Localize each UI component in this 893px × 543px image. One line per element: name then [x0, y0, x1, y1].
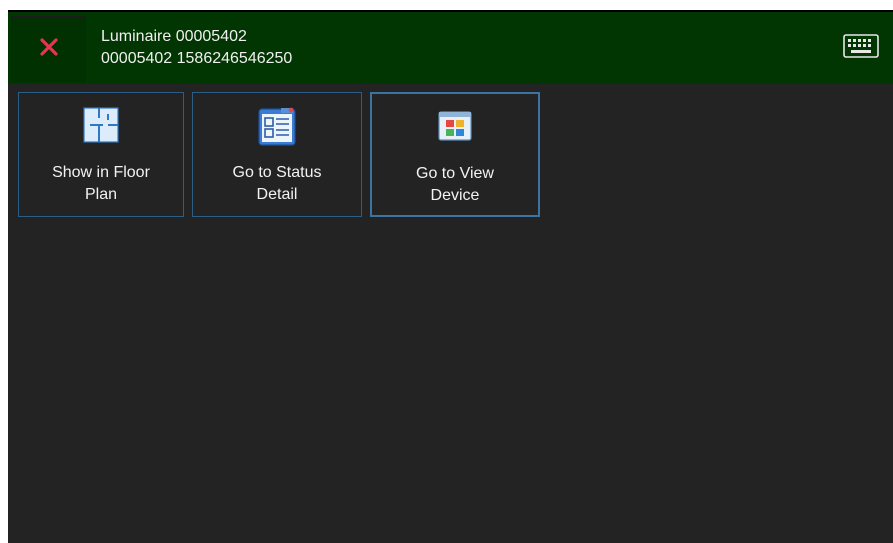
close-icon [39, 37, 59, 62]
device-subtitle: 00005402 1586246546250 [101, 50, 293, 67]
header-bar: Luminaire 00005402 00005402 158624654625… [8, 10, 893, 84]
title-block: Luminaire 00005402 00005402 158624654625… [101, 26, 292, 70]
go-to-view-device-label: Go to View Device [416, 165, 494, 204]
view-device-icon [435, 106, 475, 153]
keyboard-icon [843, 33, 879, 63]
show-in-floor-plan-label: Show in Floor Plan [52, 164, 150, 203]
keyboard-button[interactable] [841, 33, 881, 63]
close-button[interactable] [11, 16, 86, 82]
go-to-status-detail-label: Go to Status Detail [232, 164, 322, 203]
status-detail-icon [255, 105, 299, 156]
floor-plan-icon [81, 105, 121, 152]
go-to-status-detail-button[interactable]: Go to Status Detail [192, 92, 362, 217]
left-edge [0, 10, 8, 543]
action-window: Luminaire 00005402 00005402 158624654625… [8, 10, 893, 543]
go-to-view-device-button[interactable]: Go to View Device [370, 92, 540, 217]
show-in-floor-plan-button[interactable]: Show in Floor Plan [18, 92, 184, 217]
device-title: Luminaire 00005402 [101, 28, 247, 45]
